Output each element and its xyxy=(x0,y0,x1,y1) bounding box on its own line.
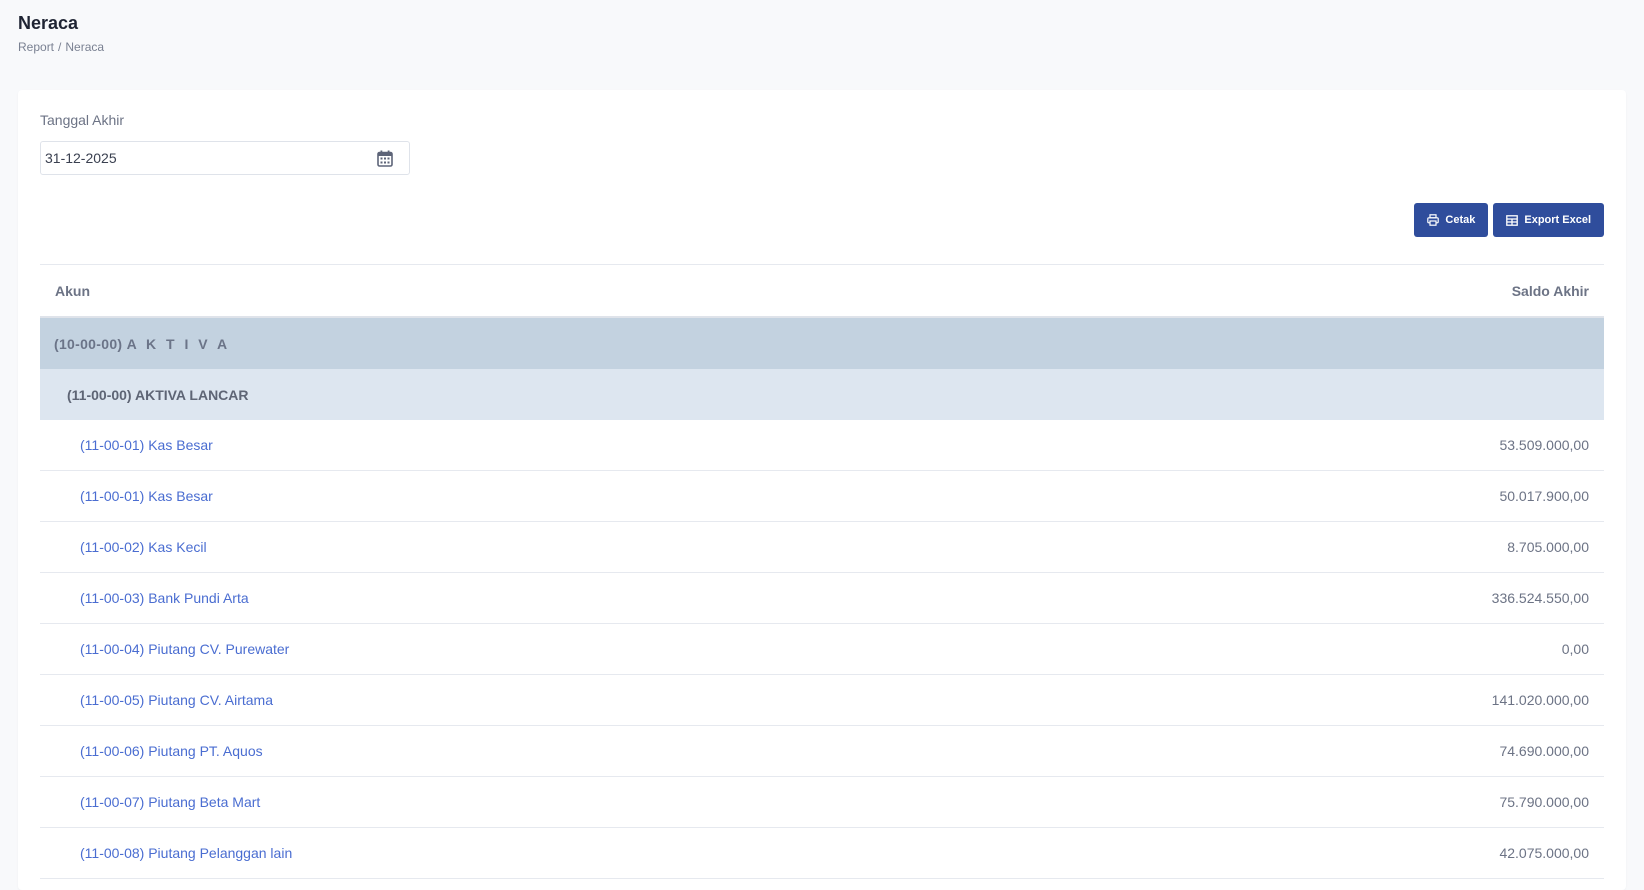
breadcrumb-current: Neraca xyxy=(65,40,105,54)
group-label: (10-00-00) A K T I V A xyxy=(54,336,230,352)
print-button-label: Cetak xyxy=(1445,214,1476,226)
calendar-icon[interactable] xyxy=(377,150,393,167)
account-code: (11-00-05) xyxy=(80,692,145,708)
account-link[interactable]: (11-00-07) Piutang Beta Mart xyxy=(80,794,260,810)
table-row: (11-00-05) Piutang CV. Airtama 141.020.00… xyxy=(40,675,1604,726)
table-row: (11-00-01) Kas Besar 50.017.900,00 xyxy=(40,471,1604,522)
account-name: Piutang PT. Aquos xyxy=(148,743,263,759)
account-code: (11-00-02) xyxy=(80,539,145,555)
account-link[interactable]: (11-00-01) Kas Besar xyxy=(80,437,213,453)
account-balance: 0,00 xyxy=(1561,641,1589,657)
subgroup-label: (11-00-00) AKTIVA LANCAR xyxy=(67,387,249,403)
group-name: A K T I V A xyxy=(126,335,231,352)
account-rows: (11-00-01) Kas Besar 53.509.000,00 (11-00-… xyxy=(40,420,1604,879)
account-code: (11-00-07) xyxy=(80,794,145,810)
table-row: (11-00-04) Piutang CV. Purewater 0,00 xyxy=(40,624,1604,675)
export-excel-label: Export Excel xyxy=(1524,214,1591,226)
printer-icon xyxy=(1427,214,1440,226)
subgroup-name: AKTIVA LANCAR xyxy=(134,386,249,403)
account-name: Piutang Pelanggan lain xyxy=(148,845,293,861)
table-row: (11-00-03) Bank Pundi Arta 336.524.550,00 xyxy=(40,573,1604,624)
account-link[interactable]: (11-00-03) Bank Pundi Arta xyxy=(80,590,249,606)
account-code: (11-00-01) xyxy=(80,437,145,453)
group-row-aktiva: (10-00-00) A K T I V A xyxy=(40,318,1604,369)
account-balance: 50.017.900,00 xyxy=(1499,488,1589,504)
table-row: (11-00-07) Piutang Beta Mart 75.790.000,0… xyxy=(40,777,1604,828)
account-link[interactable]: (11-00-02) Kas Kecil xyxy=(80,539,207,555)
account-balance: 42.075.000,00 xyxy=(1499,845,1589,861)
column-header-account: Akun xyxy=(55,282,90,299)
print-button[interactable]: Cetak xyxy=(1414,203,1489,237)
end-date-field[interactable] xyxy=(40,141,410,175)
page-title: Neraca xyxy=(18,13,79,33)
account-link[interactable]: (11-00-06) Piutang PT. Aquos xyxy=(80,743,263,759)
account-name: Bank Pundi Arta xyxy=(148,590,249,606)
column-header-balance: Saldo Akhir xyxy=(1511,282,1589,299)
account-name: Piutang CV. Purewater xyxy=(148,641,290,657)
account-name: Kas Besar xyxy=(148,488,213,504)
account-name: Kas Besar xyxy=(148,437,213,453)
table-row: (11-00-06) Piutang PT. Aquos 74.690.000,0… xyxy=(40,726,1604,777)
breadcrumb-report[interactable]: Report xyxy=(18,40,54,54)
account-name: Piutang CV. Airtama xyxy=(148,692,273,708)
breadcrumb-separator: / xyxy=(58,40,62,54)
group-row-aktiva-lancar: (11-00-00) AKTIVA LANCAR xyxy=(40,369,1604,420)
table-icon xyxy=(1506,214,1519,226)
export-excel-button[interactable]: Export Excel xyxy=(1493,203,1604,237)
page-header: Neraca Report / Neraca xyxy=(18,12,104,54)
account-balance: 74.690.000,00 xyxy=(1499,743,1589,759)
account-link[interactable]: (11-00-04) Piutang CV. Purewater xyxy=(80,641,289,657)
end-date-label: Tanggal Akhir xyxy=(40,112,125,128)
table-row: (11-00-08) Piutang Pelanggan lain 42.075.… xyxy=(40,828,1604,879)
account-code: (11-00-04) xyxy=(80,641,145,657)
report-card: Tanggal Akhir Cetak xyxy=(18,90,1626,890)
account-code: (11-00-03) xyxy=(80,590,145,606)
account-balance: 8.705.000,00 xyxy=(1507,539,1589,555)
account-name: Kas Kecil xyxy=(148,539,207,555)
account-balance: 75.790.000,00 xyxy=(1499,794,1589,810)
group-code: (10-00-00) xyxy=(54,335,123,352)
end-date-input[interactable] xyxy=(41,150,365,166)
breadcrumb: Report / Neraca xyxy=(18,40,104,54)
subgroup-code: (11-00-00) xyxy=(67,386,132,403)
account-balance: 53.509.000,00 xyxy=(1499,437,1589,453)
account-name: Piutang Beta Mart xyxy=(148,794,261,810)
action-buttons: Cetak Export Excel xyxy=(1414,203,1604,237)
account-code: (11-00-08) xyxy=(80,845,145,861)
table-header: Akun Saldo Akhir xyxy=(40,265,1604,318)
table-row: (11-00-02) Kas Kecil 8.705.000,00 xyxy=(40,522,1604,573)
account-balance: 141.020.000,00 xyxy=(1491,692,1589,708)
balance-sheet-table: Akun Saldo Akhir (10-00-00) A K T I V A … xyxy=(40,264,1604,879)
account-link[interactable]: (11-00-08) Piutang Pelanggan lain xyxy=(80,845,292,861)
account-link[interactable]: (11-00-01) Kas Besar xyxy=(80,488,213,504)
table-row: (11-00-01) Kas Besar 53.509.000,00 xyxy=(40,420,1604,471)
account-code: (11-00-06) xyxy=(80,743,145,759)
account-link[interactable]: (11-00-05) Piutang CV. Airtama xyxy=(80,692,273,708)
account-balance: 336.524.550,00 xyxy=(1491,590,1589,606)
account-code: (11-00-01) xyxy=(80,488,145,504)
